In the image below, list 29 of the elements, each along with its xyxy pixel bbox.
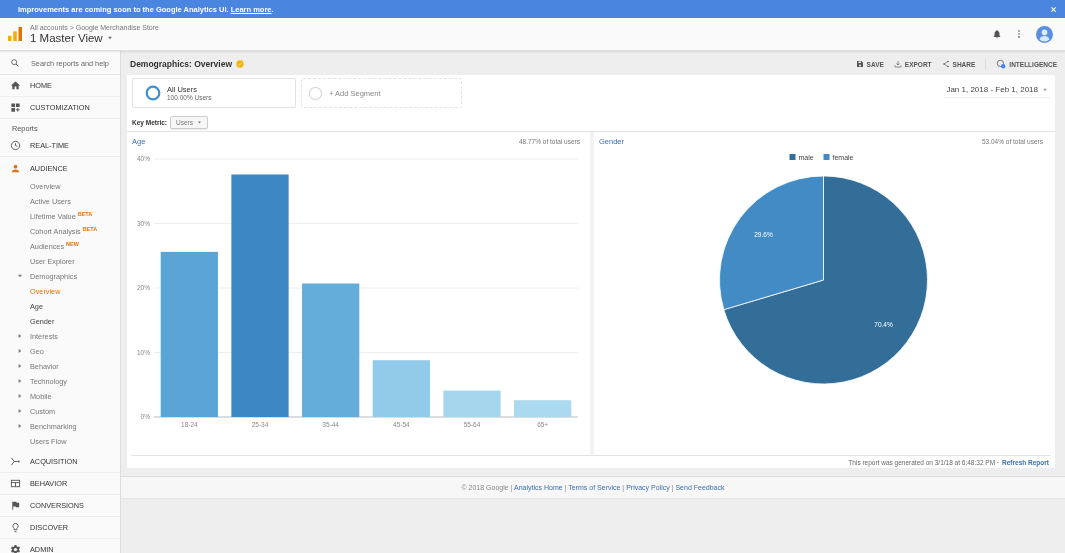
flag-icon	[10, 500, 21, 511]
branch-icon	[10, 456, 21, 467]
bar	[443, 390, 501, 417]
window-icon	[10, 478, 21, 489]
bell-icon[interactable]	[992, 29, 1002, 39]
save-icon	[855, 60, 864, 68]
ring-icon	[308, 85, 323, 101]
home-icon	[10, 80, 21, 91]
bar	[514, 400, 572, 417]
analytics-logo-icon	[8, 27, 22, 41]
intelligence-icon	[996, 59, 1007, 69]
lightbulb-icon	[10, 522, 21, 533]
avatar-icon[interactable]	[1036, 25, 1053, 43]
grid-icon	[10, 102, 21, 113]
share-icon	[941, 60, 950, 68]
ring-icon	[145, 85, 161, 101]
search-icon	[10, 58, 20, 68]
person-icon	[10, 162, 21, 174]
view-selector[interactable]: 1 Master View	[30, 32, 992, 44]
caret-icon	[197, 120, 203, 125]
verified-badge-icon	[236, 60, 245, 68]
caret-icon	[1042, 86, 1048, 93]
close-icon[interactable]	[1050, 5, 1057, 13]
clock-icon	[10, 140, 21, 151]
page-title: Demographics: Overview	[130, 59, 233, 69]
download-icon	[893, 60, 902, 68]
date-range-picker[interactable]: Jan 1, 2018 - Feb 1, 2018	[944, 81, 1050, 98]
bar	[372, 360, 430, 417]
caret-icon	[106, 35, 113, 41]
